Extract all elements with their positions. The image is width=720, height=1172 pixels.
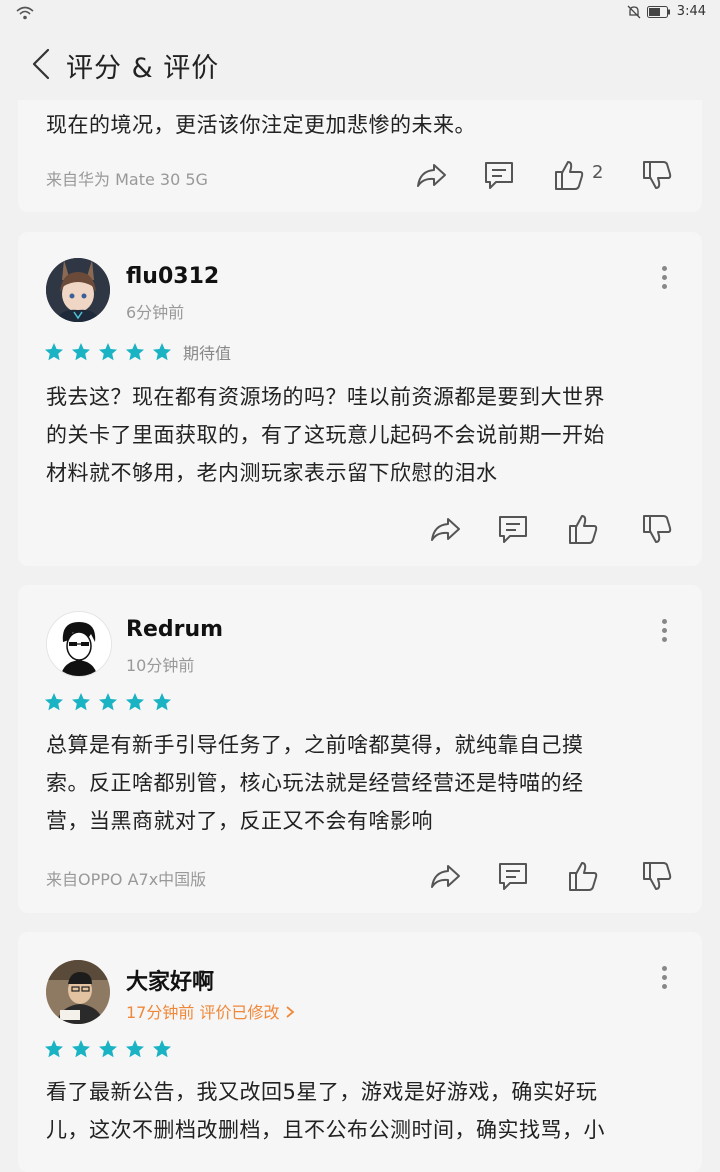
thumbs-down-icon[interactable] <box>640 859 674 893</box>
like-count: 2 <box>592 162 604 183</box>
page-title: 评分 & 评价 <box>66 53 220 84</box>
star-icon <box>45 1040 63 1058</box>
star-icon <box>72 693 90 711</box>
review-actions <box>428 859 674 893</box>
star-icon <box>153 693 171 711</box>
review-card: flu0312 6分钟前 期待值 我去这？现在都有资源场的吗？哇以前资源都是要到… <box>18 232 702 566</box>
review-text: 我去这？现在都有资源场的吗？哇以前资源都是要到大世界 的关卡了里面获取的，有了这… <box>46 385 605 485</box>
star-icon <box>153 1040 171 1058</box>
back-arrow-icon[interactable] <box>26 44 56 84</box>
avatar[interactable] <box>46 960 110 1024</box>
avatar-image <box>47 612 111 676</box>
username[interactable]: 大家好啊 <box>126 964 214 996</box>
star-icon <box>45 343 63 361</box>
review-text: 现在的境况，更活该你注定更加悲惨的未来。 <box>46 113 476 137</box>
review-card: 大家好啊 17分钟前 评价已修改 看了最新公告，我又改回5星了，游戏是好游戏，确… <box>18 932 702 1172</box>
share-icon[interactable] <box>428 512 462 546</box>
battery-icon <box>646 5 670 18</box>
avatar-image <box>46 258 110 322</box>
star-icon <box>99 693 117 711</box>
avatar[interactable] <box>46 258 110 322</box>
star-icon <box>126 693 144 711</box>
username[interactable]: flu0312 <box>126 264 219 289</box>
device-label: 来自华为 Mate 30 5G <box>46 170 208 189</box>
username[interactable]: Redrum <box>126 617 223 642</box>
edited-label: 评价已修改 <box>199 1003 280 1022</box>
status-time: 3:44 <box>676 4 706 19</box>
review-card: 现在的境况，更活该你注定更加悲惨的未来。 来自华为 Mate 30 5G 2 <box>18 100 702 212</box>
review-time: 6分钟前 <box>126 303 185 322</box>
review-card: Redrum 10分钟前 总算是有新手引导任务了，之前啥都莫得，就纯靠自己摸 索… <box>18 585 702 913</box>
review-text: 总算是有新手引导任务了，之前啥都莫得，就纯靠自己摸 索。反正啥都别管，核心玩法就… <box>46 733 584 833</box>
rating-label: 期待值 <box>183 344 232 363</box>
share-icon[interactable] <box>428 859 462 893</box>
thumbs-up-icon[interactable] <box>566 512 600 546</box>
comment-icon[interactable] <box>496 512 530 546</box>
chevron-right-icon <box>286 1006 294 1018</box>
more-options-icon[interactable] <box>662 619 668 643</box>
thumbs-down-icon[interactable] <box>640 512 674 546</box>
star-icon <box>45 693 63 711</box>
star-icon <box>99 343 117 361</box>
star-icon <box>126 343 144 361</box>
review-actions <box>428 512 674 546</box>
comment-icon[interactable] <box>482 158 516 192</box>
device-label: 来自OPPO A7x中国版 <box>46 870 207 889</box>
review-text: 看了最新公告，我又改回5星了，游戏是好游戏，确实好玩 儿，这次不删档改删档，且不… <box>46 1080 605 1142</box>
thumbs-up-icon[interactable] <box>552 158 586 192</box>
status-bar: 3:44 <box>0 0 720 28</box>
star-icon <box>99 1040 117 1058</box>
avatar[interactable] <box>46 611 112 677</box>
avatar-image <box>46 960 110 1024</box>
title-bar: 评分 & 评价 <box>0 28 720 100</box>
wifi-icon <box>16 6 34 20</box>
star-rating <box>44 692 179 712</box>
star-icon <box>153 343 171 361</box>
thumbs-up-icon[interactable] <box>566 859 600 893</box>
comment-icon[interactable] <box>496 859 530 893</box>
more-options-icon[interactable] <box>662 266 668 290</box>
star-icon <box>72 343 90 361</box>
star-icon <box>126 1040 144 1058</box>
review-time: 17分钟前 <box>126 1003 195 1022</box>
more-options-icon[interactable] <box>662 966 668 990</box>
star-icon <box>72 1040 90 1058</box>
star-rating <box>44 1039 179 1059</box>
thumbs-down-icon[interactable] <box>640 158 674 192</box>
share-icon[interactable] <box>414 158 448 192</box>
review-time-edited[interactable]: 17分钟前 评价已修改 <box>126 999 295 1023</box>
mute-icon <box>627 5 641 18</box>
review-time: 10分钟前 <box>126 656 195 675</box>
review-actions: 2 <box>414 158 674 192</box>
star-rating: 期待值 <box>44 342 232 363</box>
